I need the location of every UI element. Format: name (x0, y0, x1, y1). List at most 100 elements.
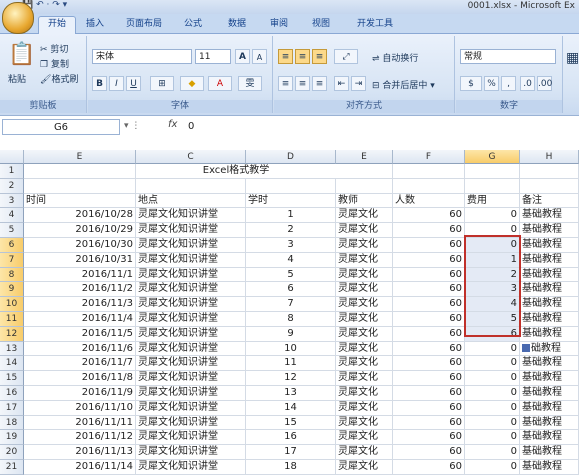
row-header[interactable]: 21 (0, 460, 24, 475)
row-header[interactable]: 10 (0, 297, 24, 312)
column-header[interactable]: E (24, 150, 136, 164)
table-cell[interactable]: 础教程 (520, 341, 579, 357)
table-header-cell[interactable]: 备注 (520, 193, 579, 209)
table-cell[interactable]: 60 (393, 341, 465, 357)
table-cell[interactable]: 7 (246, 297, 336, 312)
table-cell[interactable]: 基础教程 (520, 386, 579, 401)
number-format-select[interactable]: 常规 (460, 49, 556, 64)
row-header[interactable]: 6 (0, 238, 24, 253)
table-cell[interactable]: 灵犀文化 (336, 223, 393, 238)
table-header-cell[interactable]: 费用 (465, 193, 520, 209)
table-header-cell[interactable]: 教师 (336, 193, 393, 209)
table-cell[interactable]: 60 (393, 460, 465, 475)
align-left-button[interactable]: ≡ (278, 76, 293, 91)
table-cell[interactable]: 2 (246, 223, 336, 238)
table-cell[interactable]: 3 (465, 282, 520, 298)
table-cell[interactable]: 2016/11/9 (24, 386, 136, 401)
table-cell[interactable]: 2 (465, 267, 520, 283)
table-cell[interactable]: 基础教程 (520, 430, 579, 446)
table-cell[interactable]: 灵犀文化 (336, 341, 393, 357)
table-cell[interactable]: 0 (465, 445, 520, 460)
row-header[interactable]: 19 (0, 430, 24, 446)
table-cell[interactable]: 灵犀文化 (336, 312, 393, 327)
table-cell[interactable]: 灵犀文化 (336, 326, 393, 342)
table-cell[interactable]: 灵犀文化知识讲堂 (136, 341, 246, 357)
row-header[interactable]: 20 (0, 445, 24, 460)
font-name-select[interactable]: 宋体 (92, 49, 192, 64)
format-painter-button[interactable]: 🖌格式刷 (40, 72, 78, 85)
cell[interactable] (520, 178, 579, 194)
paste-button[interactable]: 粘贴 (8, 72, 26, 85)
table-cell[interactable]: 灵犀文化 (336, 238, 393, 253)
table-cell[interactable]: 灵犀文化知识讲堂 (136, 208, 246, 224)
font-color-button[interactable]: A (208, 76, 232, 91)
table-cell[interactable]: 2016/10/28 (24, 208, 136, 224)
column-header[interactable]: C (136, 150, 246, 164)
table-cell[interactable]: 2016/11/6 (24, 341, 136, 357)
row-header[interactable]: 15 (0, 371, 24, 386)
table-cell[interactable]: 灵犀文化知识讲堂 (136, 267, 246, 283)
table-cell[interactable]: 3 (246, 238, 336, 253)
table-cell[interactable]: 0 (465, 400, 520, 416)
row-header[interactable]: 14 (0, 356, 24, 372)
table-cell[interactable]: 1 (465, 252, 520, 268)
tab-data[interactable]: 数据 (222, 17, 252, 32)
wrap-text-button[interactable]: ⇌ 自动换行 (372, 51, 418, 64)
tab-home[interactable]: 开始 (38, 16, 76, 34)
table-cell[interactable]: 0 (465, 341, 520, 357)
align-middle-button[interactable]: ≡ (295, 49, 310, 64)
cut-button[interactable]: ✂ 剪切 (40, 42, 68, 55)
merge-center-button[interactable]: ⊟ 合并后居中 ▾ (372, 78, 435, 91)
percent-button[interactable]: % (484, 76, 499, 91)
table-cell[interactable]: 基础教程 (520, 371, 579, 386)
table-cell[interactable]: 灵犀文化 (336, 460, 393, 475)
row-header[interactable]: 16 (0, 386, 24, 401)
table-header-cell[interactable]: 地点 (136, 193, 246, 209)
table-cell[interactable]: 2016/11/13 (24, 445, 136, 460)
table-cell[interactable]: 基础教程 (520, 282, 579, 298)
cell[interactable] (520, 164, 579, 179)
table-cell[interactable]: 基础教程 (520, 400, 579, 416)
table-cell[interactable]: 10 (246, 341, 336, 357)
table-cell[interactable]: 灵犀文化知识讲堂 (136, 356, 246, 372)
table-cell[interactable]: 0 (465, 371, 520, 386)
table-cell[interactable]: 灵犀文化知识讲堂 (136, 371, 246, 386)
table-cell[interactable]: 基础教程 (520, 356, 579, 372)
table-cell[interactable]: 0 (465, 356, 520, 372)
cell[interactable] (465, 178, 520, 194)
currency-button[interactable]: $ (460, 76, 482, 91)
row-header[interactable]: 7 (0, 252, 24, 268)
cell[interactable] (136, 178, 246, 194)
table-cell[interactable]: 灵犀文化知识讲堂 (136, 223, 246, 238)
table-cell[interactable]: 基础教程 (520, 223, 579, 238)
table-cell[interactable]: 4 (246, 252, 336, 268)
table-cell[interactable]: 灵犀文化知识讲堂 (136, 297, 246, 312)
phonetic-button[interactable]: 雯 (238, 76, 262, 91)
table-cell[interactable]: 0 (465, 386, 520, 401)
table-cell[interactable]: 13 (246, 386, 336, 401)
tab-formulas[interactable]: 公式 (178, 17, 208, 32)
cell[interactable] (336, 164, 393, 179)
name-box[interactable]: G6 (2, 119, 120, 135)
cell[interactable] (24, 164, 136, 179)
table-cell[interactable]: 2016/11/8 (24, 371, 136, 386)
table-cell[interactable]: 2016/11/14 (24, 460, 136, 475)
table-cell[interactable]: 60 (393, 238, 465, 253)
decrease-indent-button[interactable]: ⇤ (334, 76, 349, 91)
table-cell[interactable]: 灵犀文化知识讲堂 (136, 326, 246, 342)
row-header[interactable]: 5 (0, 223, 24, 238)
shrink-font-button[interactable]: A (252, 49, 267, 64)
formula-input[interactable]: 0 (188, 119, 194, 135)
table-cell[interactable]: 灵犀文化 (336, 400, 393, 416)
tab-view[interactable]: 视图 (306, 17, 336, 32)
table-cell[interactable]: 60 (393, 208, 465, 224)
orientation-button[interactable]: ⤢ (334, 49, 358, 64)
table-cell[interactable]: 灵犀文化 (336, 430, 393, 446)
table-cell[interactable]: 0 (465, 460, 520, 475)
table-cell[interactable]: 2016/11/3 (24, 297, 136, 312)
row-header[interactable]: 4 (0, 208, 24, 224)
row-header[interactable]: 17 (0, 400, 24, 416)
table-cell[interactable]: 基础教程 (520, 208, 579, 224)
table-header-cell[interactable]: 人数 (393, 193, 465, 209)
table-cell[interactable]: 基础教程 (520, 267, 579, 283)
